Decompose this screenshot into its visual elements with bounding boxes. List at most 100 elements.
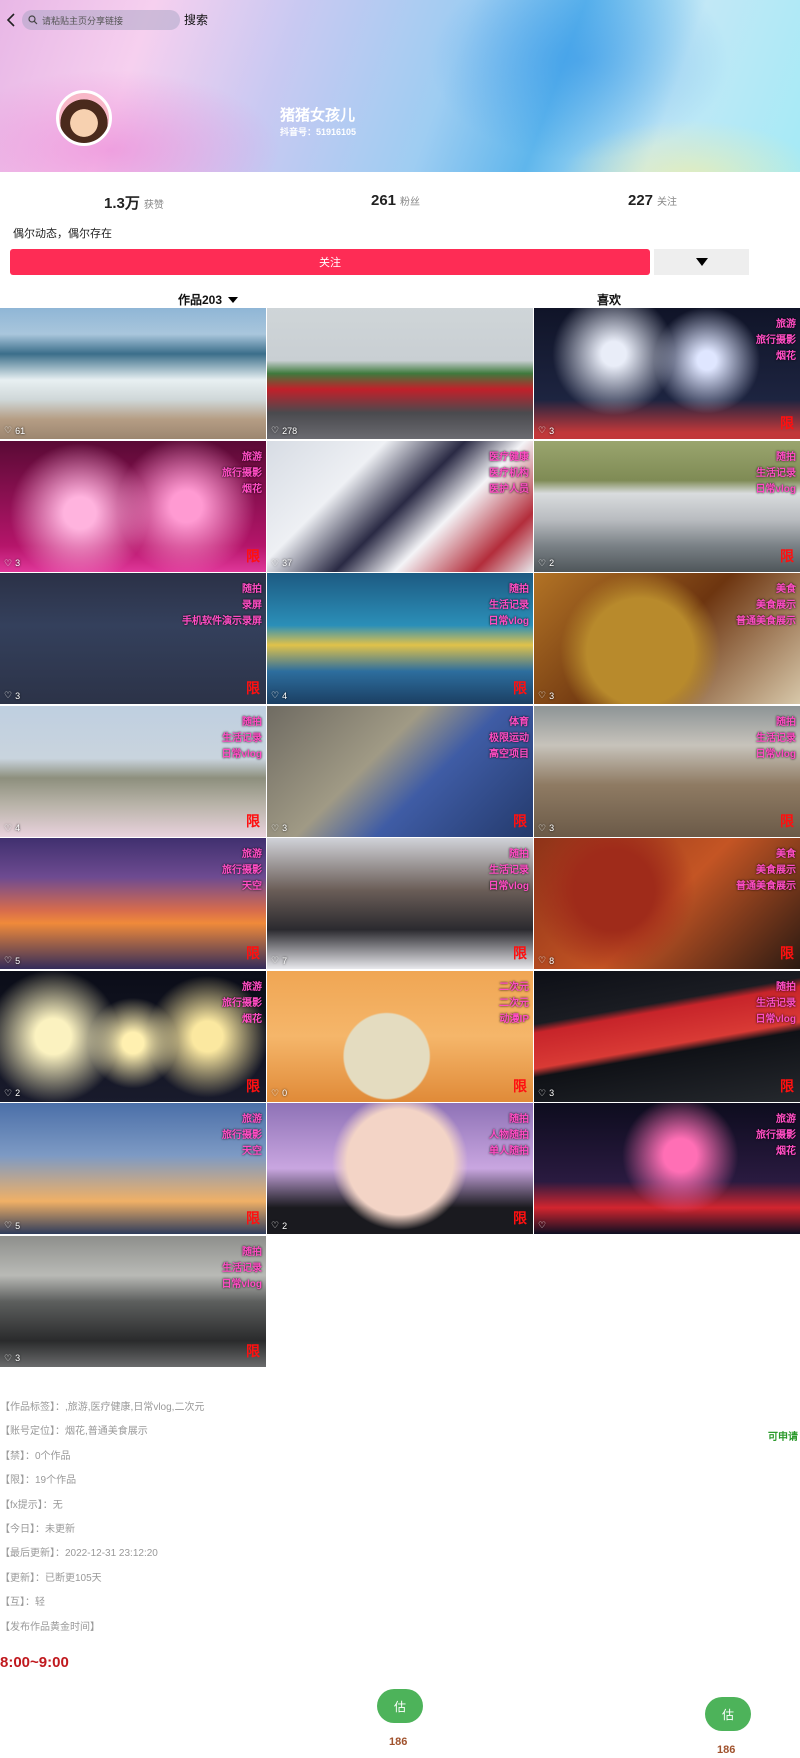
- video-tag: 美食展示: [756, 865, 796, 876]
- restricted-badge: 限: [780, 415, 794, 431]
- follow-button[interactable]: 关注: [10, 249, 650, 275]
- video-thumbnail[interactable]: ♡ 3 随拍 录屏 手机软件演示录屏限: [0, 573, 266, 704]
- stat-following-label: 关注: [657, 197, 678, 208]
- info-line: 【fx提示】：无: [0, 1499, 63, 1511]
- video-thumbnail[interactable]: ♡ 旅游 旅行摄影 烟花: [534, 1103, 800, 1234]
- video-thumbnail[interactable]: ♡ 5 旅游 旅行摄影 天空限: [0, 838, 266, 969]
- video-tag: 日常vlog: [755, 748, 796, 760]
- video-tag: 随拍: [776, 716, 796, 728]
- tab-works-label: 作品203: [178, 293, 223, 307]
- back-icon[interactable]: [4, 12, 20, 28]
- video-likes-count: 3: [15, 690, 21, 701]
- caret-down-icon: [228, 296, 239, 303]
- video-tags: 旅游 旅行摄影 烟花: [222, 452, 262, 495]
- search-button[interactable]: 搜索: [184, 11, 208, 28]
- search-input[interactable]: 请粘贴主页分享链接: [22, 10, 180, 30]
- video-thumbnail[interactable]: ♡ 37 医疗健康 医疗机构 医护人员: [267, 440, 533, 572]
- video-thumbnail[interactable]: ♡ 3 体育 极限运动 高空项目限: [267, 705, 533, 837]
- stat-likes[interactable]: 1.3万 获赞: [104, 192, 164, 213]
- heart-icon: ♡: [538, 1220, 547, 1230]
- video-tags: 随拍 生活记录 日常vlog: [488, 850, 529, 892]
- video-tag: 旅行摄影: [222, 865, 262, 876]
- tab-likes[interactable]: 喜欢: [597, 291, 621, 308]
- video-likes-count: 5: [15, 1220, 21, 1231]
- video-tag: 随拍: [509, 584, 529, 595]
- restricted-badge: 限: [513, 1077, 527, 1094]
- video-tag: 烟花: [242, 483, 262, 495]
- video-thumbnail[interactable]: ♡ 4 随拍 生活记录 日常vlog 限: [0, 705, 266, 837]
- video-tag: 日常vlog: [221, 1278, 262, 1290]
- video-likes-count: 2: [549, 558, 555, 568]
- video-tag: 随拍: [509, 849, 529, 860]
- video-likes: ♡ 3: [538, 1088, 554, 1099]
- video-tag: 美食展示: [756, 600, 796, 611]
- video-tags: 旅游 旅行摄影 天空: [222, 1115, 262, 1157]
- info-line: 【发布作品黄金时间】: [0, 1621, 100, 1633]
- stat-fans[interactable]: 261 粉丝: [371, 192, 420, 209]
- avatar[interactable]: [56, 90, 112, 146]
- restricted-badge: 限: [246, 680, 260, 696]
- estimate-value: 186: [717, 1744, 736, 1756]
- video-tag: 生活记录: [222, 732, 262, 744]
- more-dropdown-button[interactable]: [654, 249, 749, 275]
- video-thumbnail[interactable]: ♡ 8 美食 美食展示 普通美食展示限: [534, 838, 800, 969]
- video-tag: 日常vlog: [755, 1013, 796, 1025]
- profile-header: 请粘贴主页分享链接 搜索 猪猪女孩儿 抖音号：51916105: [0, 0, 800, 172]
- info-line: 【互】：轻: [0, 1597, 45, 1609]
- video-thumbnail[interactable]: ♡ 0 二次元 二次元 动漫IP 限: [267, 970, 533, 1102]
- video-likes-count: 3: [549, 823, 555, 833]
- video-thumbnail[interactable]: ♡ 3 美食 美食展示 普通美食展示: [534, 573, 800, 704]
- estimate-button[interactable]: 估: [705, 1697, 751, 1731]
- info-line: 【限】：19个作品: [0, 1475, 77, 1487]
- video-thumbnail[interactable]: ♡ 3 随拍 生活记录 日常vlog 限: [534, 970, 800, 1102]
- video-thumbnail[interactable]: ♡ 2 旅游 旅行摄影 烟花限: [0, 970, 266, 1102]
- video-thumbnail[interactable]: ♡ 61: [0, 308, 266, 439]
- video-likes: ♡ 4: [271, 690, 287, 701]
- apply-link[interactable]: 可申请: [768, 1428, 798, 1443]
- video-tag: 日常vlog: [755, 483, 796, 495]
- video-thumbnail[interactable]: ♡ 3 随拍 生活记录 日常vlog 限: [534, 705, 800, 837]
- profile-stats: 1.3万 获赞 261 粉丝 227 关注: [0, 192, 800, 212]
- tab-works[interactable]: 作品203: [178, 291, 239, 308]
- video-thumbnail[interactable]: ♡ 4 随拍 生活记录 日常vlog 限: [267, 573, 533, 704]
- stat-following-value: 227: [628, 192, 654, 209]
- video-likes-count: 61: [15, 425, 26, 436]
- video-thumbnail[interactable]: ♡ 278: [267, 308, 533, 439]
- video-thumbnail[interactable]: ♡ 2 随拍 人物随拍 单人随拍限: [267, 1103, 533, 1234]
- estimate-value: 186: [389, 1736, 408, 1748]
- video-likes: ♡ 3: [271, 823, 287, 834]
- video-tag: 旅行摄影: [222, 1130, 262, 1141]
- heart-icon: ♡: [4, 1220, 13, 1230]
- video-likes-count: 4: [282, 690, 288, 701]
- video-tag: 医疗健康: [489, 451, 529, 463]
- douyin-id: 抖音号：51916105: [280, 127, 357, 137]
- video-tag: 医疗机构: [489, 467, 529, 479]
- video-likes: ♡ 4: [4, 823, 20, 834]
- video-thumbnail[interactable]: ♡ 5 旅游 旅行摄影 天空限: [0, 1103, 266, 1234]
- video-likes: ♡ 5: [4, 1220, 20, 1231]
- video-tag: 二次元: [499, 981, 529, 993]
- video-tag: 体育: [509, 716, 529, 728]
- video-likes-count: 7: [282, 955, 288, 966]
- video-thumbnail[interactable]: ♡ 3 旅游 旅行摄影 烟花限: [534, 308, 800, 439]
- video-tags: 随拍 生活记录 日常vlog: [755, 716, 796, 760]
- video-thumbnail[interactable]: ♡ 7 随拍 生活记录 日常vlog 限: [267, 838, 533, 969]
- video-tags: 随拍 人物随拍 单人随拍: [489, 1115, 529, 1157]
- video-tag: 生活记录: [756, 467, 796, 479]
- stat-following[interactable]: 227 关注: [628, 192, 677, 209]
- video-tags: 随拍 录屏 手机软件演示录屏: [182, 585, 262, 627]
- video-tag: 极限运动: [489, 732, 529, 744]
- info-line: 【今日】：未更新: [0, 1523, 75, 1535]
- estimate-button[interactable]: 估: [377, 1689, 423, 1723]
- video-thumbnail[interactable]: ♡ 3 旅游 旅行摄影 烟花限: [0, 440, 266, 572]
- stat-likes-value: 1.3万: [104, 195, 140, 212]
- restricted-badge: 限: [246, 945, 260, 961]
- video-tags: 旅游 旅行摄影 烟花: [222, 982, 262, 1025]
- video-thumbnail[interactable]: ♡ 2 随拍 生活记录 日常vlog 限: [534, 440, 800, 572]
- video-thumbnail[interactable]: ♡ 3 随拍 生活记录 日常vlog 限: [0, 1235, 266, 1367]
- video-tag: 旅游: [776, 1114, 796, 1125]
- video-likes-count: 2: [15, 1088, 21, 1098]
- video-tags: 旅游 旅行摄影 烟花: [756, 1115, 796, 1157]
- info-line: 【作品标签】：,旅游,医疗健康,日常vlog,二次元: [0, 1402, 205, 1413]
- video-tags: 二次元 二次元 动漫IP: [499, 981, 529, 1025]
